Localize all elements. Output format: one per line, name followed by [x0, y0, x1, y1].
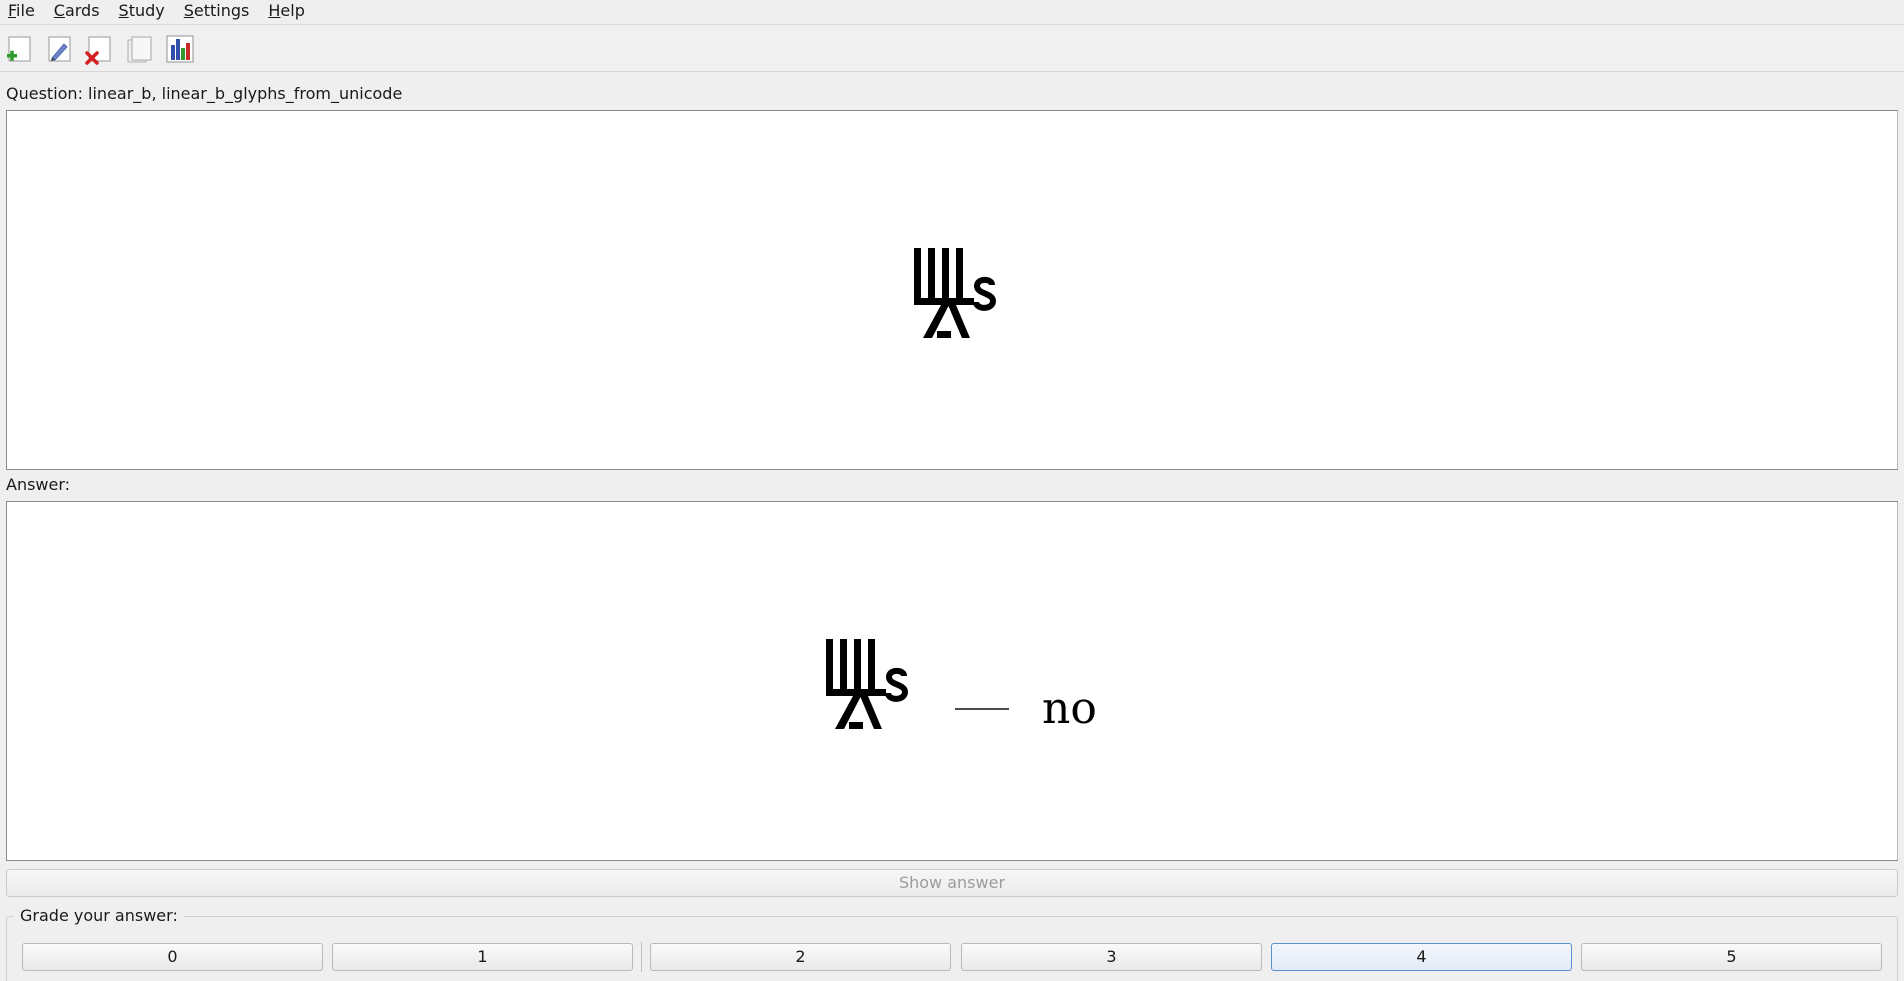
menubar: File Cards Study Settings Help: [0, 0, 1904, 22]
menu-settings-label: ettings: [193, 1, 250, 20]
answer-transliteration: no: [1042, 683, 1097, 734]
question-label: Question: linear_b, linear_b_glyphs_from…: [6, 84, 403, 103]
grade-button-2[interactable]: 2: [650, 943, 951, 971]
answer-separator-dash: [955, 708, 1009, 710]
answer-pane-edge: [1897, 502, 1898, 860]
menu-help-mnemonic: H: [268, 1, 281, 20]
menu-study-mnemonic: S: [118, 1, 129, 20]
answer-label: Answer:: [6, 475, 71, 494]
menu-study[interactable]: Study: [110, 0, 175, 22]
menu-file[interactable]: File: [0, 0, 45, 22]
grade-title: Grade your answer:: [14, 906, 184, 926]
menu-settings[interactable]: Settings: [175, 0, 260, 22]
menu-help[interactable]: Help: [259, 0, 314, 22]
browse-cards-icon: [127, 36, 152, 63]
menu-file-mnemonic: F: [8, 1, 17, 20]
menu-help-label: elp: [280, 1, 305, 20]
delete-card-icon: [85, 36, 111, 65]
answer-pane[interactable]: no: [6, 501, 1898, 861]
menu-settings-mnemonic: S: [183, 1, 194, 20]
show-answer-button[interactable]: Show answer: [6, 869, 1898, 897]
grade-separator: [641, 942, 642, 972]
question-pane[interactable]: [6, 110, 1898, 470]
menu-cards-mnemonic: C: [53, 1, 65, 20]
statistics-icon: [166, 35, 194, 63]
browse-cards-button[interactable]: [124, 33, 156, 65]
menu-study-label: tudy: [128, 1, 165, 20]
menu-cards-label: ards: [64, 1, 100, 20]
grade-button-5[interactable]: 5: [1581, 943, 1882, 971]
menu-cards[interactable]: Cards: [45, 0, 110, 22]
grade-button-0[interactable]: 0: [22, 943, 323, 971]
question-pane-edge: [1897, 111, 1898, 469]
toolbar: [0, 24, 1904, 72]
add-card-icon: [7, 36, 31, 62]
grade-button-1[interactable]: 1: [332, 943, 633, 971]
delete-card-button[interactable]: [84, 33, 116, 65]
edit-card-button[interactable]: [44, 33, 76, 65]
menu-file-label: ile: [16, 1, 35, 20]
grade-button-4[interactable]: 4: [1271, 943, 1572, 971]
statistics-button[interactable]: [164, 33, 196, 65]
linear-b-no-glyph-answer: [826, 639, 909, 729]
add-card-button[interactable]: [4, 33, 36, 65]
grade-button-3[interactable]: 3: [961, 943, 1262, 971]
linear-b-no-glyph: [914, 248, 997, 338]
edit-card-icon: [48, 36, 71, 62]
